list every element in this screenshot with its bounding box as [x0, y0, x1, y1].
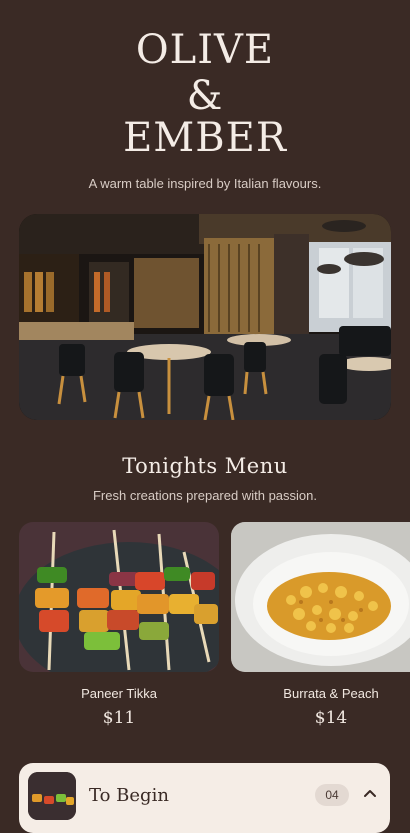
- brand-name-line3: EMBER: [123, 115, 287, 161]
- dish-price: $14: [314, 708, 348, 728]
- menu-section-title: Tonights Menu: [122, 454, 288, 478]
- dish-card-image-burrata-peach[interactable]: [231, 522, 410, 672]
- menu-category-accordion[interactable]: To Begin 04: [19, 763, 390, 833]
- category-thumbnail: [28, 772, 76, 820]
- category-count-badge: 04: [315, 784, 349, 806]
- tagline: A warm table inspired by Italian flavour…: [88, 176, 322, 191]
- dish-name: Burrata & Peach: [283, 686, 379, 701]
- chevron-up-icon[interactable]: [362, 785, 378, 801]
- menu-section-subtitle: Fresh creations prepared with passion.: [92, 488, 317, 503]
- hero-image-restaurant-interior: [19, 214, 391, 420]
- brand-name-line1: OLIVE: [135, 27, 275, 73]
- dish-name: Paneer Tikka: [81, 686, 157, 701]
- brand-ampersand: &: [186, 73, 224, 119]
- category-title: To Begin: [89, 785, 169, 806]
- dish-price: $11: [102, 708, 136, 728]
- dish-card-image-paneer-tikka[interactable]: [19, 522, 219, 672]
